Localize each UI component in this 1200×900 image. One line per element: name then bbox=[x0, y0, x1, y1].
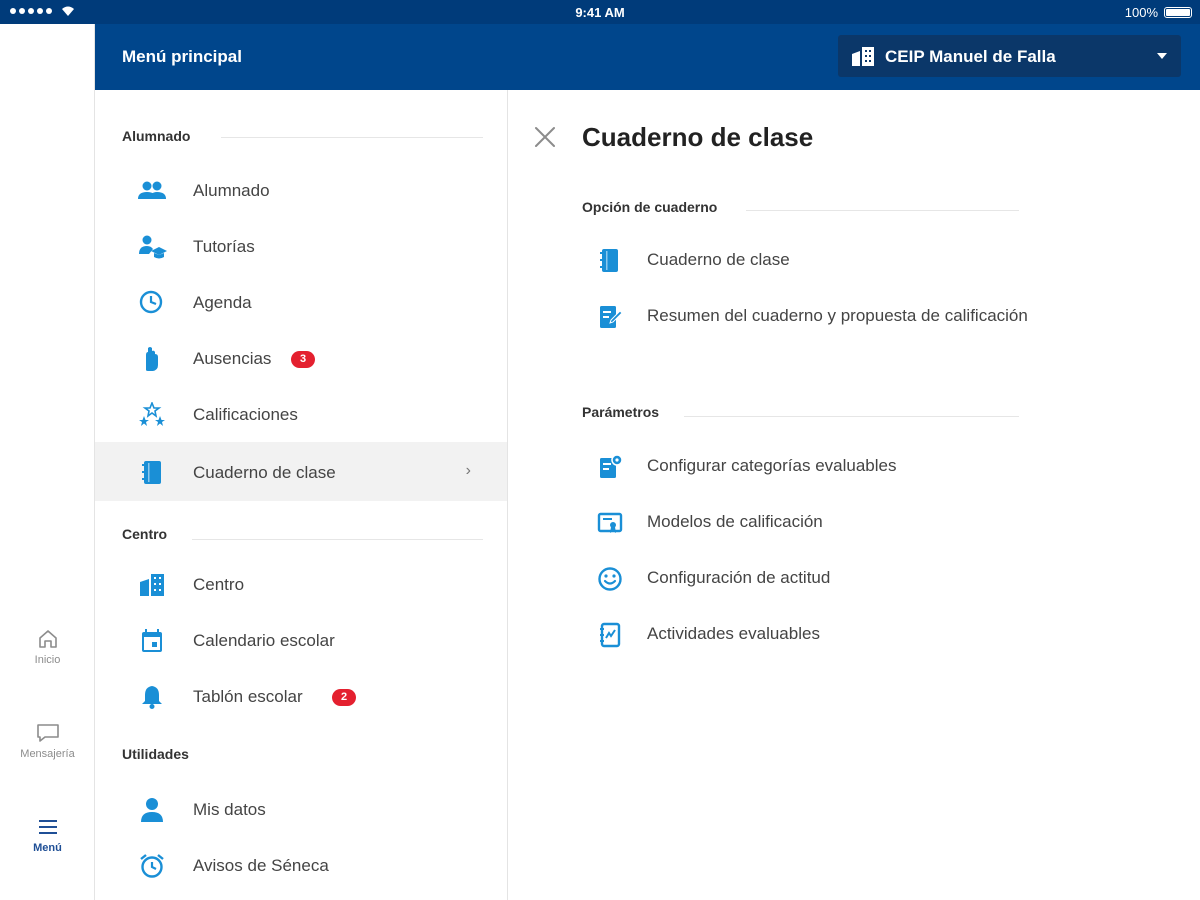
alarm-icon bbox=[140, 854, 164, 878]
section-title-parametros: Parámetros bbox=[582, 404, 660, 420]
menu-item-label: Avisos de Séneca bbox=[193, 856, 329, 875]
bell-icon bbox=[142, 686, 162, 709]
tablon-badge: 2 bbox=[332, 689, 356, 706]
option-cuaderno-de-clase[interactable]: Cuaderno de clase bbox=[588, 241, 1148, 281]
menu-item-tablon-escolar[interactable]: Tablón escolar 2 bbox=[95, 668, 507, 724]
menu-item-label: Mis datos bbox=[193, 800, 266, 819]
menu-item-label: Centro bbox=[193, 575, 245, 594]
rail-item-label: Inicio bbox=[34, 654, 61, 666]
option-resumen-del-cuaderno[interactable]: Resumen del cuaderno y propuesta de cali… bbox=[588, 297, 1148, 337]
menu-item-calendario-escolar[interactable]: Calendario escolar bbox=[95, 612, 507, 668]
person-icon bbox=[141, 798, 163, 822]
section-title-alumnado: Alumnado bbox=[122, 128, 191, 144]
battery-percent: 100% bbox=[1124, 5, 1158, 20]
building-icon bbox=[852, 47, 874, 66]
rail-item-mensajeria[interactable]: Mensajería bbox=[0, 722, 95, 760]
menu-item-label: Calendario escolar bbox=[193, 631, 335, 650]
chat-icon bbox=[36, 724, 59, 742]
smiley-icon bbox=[598, 567, 622, 591]
app-header: Menú principal CEIP Manuel de Falla bbox=[95, 24, 1200, 90]
menu-item-label: Calificaciones bbox=[193, 405, 298, 424]
page-title: Menú principal bbox=[122, 47, 242, 66]
option-label: Configurar categorías evaluables bbox=[647, 456, 897, 475]
menu-item-alumnado[interactable]: Alumnado bbox=[95, 162, 507, 218]
chevron-right-icon: › bbox=[465, 462, 471, 479]
rail-item-inicio[interactable]: Inicio bbox=[0, 628, 95, 666]
menu-item-label: Tablón escolar bbox=[193, 687, 303, 706]
menu-item-label: Cuaderno de clase bbox=[193, 463, 336, 482]
option-actividades-evaluables[interactable]: Actividades evaluables bbox=[588, 615, 1148, 655]
hand-icon bbox=[146, 347, 158, 371]
notebook-icon bbox=[600, 249, 618, 272]
menu-item-label: Agenda bbox=[193, 293, 252, 312]
option-configuracion-de-actitud[interactable]: Configuración de actitud bbox=[588, 559, 1148, 599]
caret-down-icon bbox=[1157, 53, 1167, 59]
notebook-icon bbox=[142, 461, 161, 484]
battery-icon bbox=[1164, 7, 1192, 18]
detail-panel: Cuaderno de clase Opción de cuaderno Cua… bbox=[508, 90, 1200, 900]
option-label: Modelos de calificación bbox=[647, 512, 823, 531]
close-icon[interactable] bbox=[534, 126, 556, 148]
option-label: Resumen del cuaderno y propuesta de cali… bbox=[647, 306, 1028, 325]
section-divider bbox=[684, 416, 1019, 417]
clock-icon bbox=[139, 290, 163, 314]
rail-item-menu[interactable]: Menú bbox=[0, 816, 95, 854]
section-title-centro: Centro bbox=[122, 526, 168, 542]
note-edit-icon bbox=[600, 306, 623, 328]
certificate-icon bbox=[597, 512, 623, 533]
tutor-icon bbox=[139, 235, 167, 259]
people-icon bbox=[138, 181, 166, 199]
home-icon bbox=[38, 630, 57, 648]
stars-icon bbox=[139, 402, 165, 426]
option-label: Cuaderno de clase bbox=[647, 250, 790, 269]
section-divider bbox=[192, 539, 483, 540]
rail-item-label: Mensajería bbox=[20, 748, 75, 760]
rail-item-label: Menú bbox=[33, 842, 62, 854]
activity-icon bbox=[600, 622, 621, 648]
school-select[interactable]: CEIP Manuel de Falla bbox=[838, 35, 1181, 77]
ausencias-badge: 3 bbox=[291, 351, 315, 368]
hamburger-icon bbox=[38, 820, 57, 834]
section-divider bbox=[746, 210, 1019, 211]
detail-title: Cuaderno de clase bbox=[582, 122, 814, 152]
category-settings-icon bbox=[600, 454, 623, 478]
section-title-opcion-cuaderno: Opción de cuaderno bbox=[582, 199, 718, 215]
menu-item-label: Alumnado bbox=[193, 181, 270, 200]
menu-item-tutorias[interactable]: Tutorías bbox=[95, 218, 507, 274]
status-bar: 9:41 AM 100% bbox=[0, 0, 1200, 24]
menu-item-calificaciones[interactable]: Calificaciones bbox=[95, 386, 507, 442]
building-icon bbox=[140, 574, 164, 596]
option-modelos-de-calificacion[interactable]: Modelos de calificación bbox=[588, 503, 1148, 543]
main-menu: Alumnado Alumnado Tutorías Agenda Ausenc… bbox=[95, 90, 508, 900]
option-configurar-categorias[interactable]: Configurar categorías evaluables bbox=[588, 447, 1148, 487]
section-title-utilidades: Utilidades bbox=[122, 746, 189, 762]
menu-item-label: Tutorías bbox=[193, 237, 255, 256]
menu-item-centro[interactable]: Centro bbox=[95, 556, 507, 612]
status-time: 9:41 AM bbox=[575, 5, 625, 20]
menu-item-ausencias[interactable]: Ausencias 3 bbox=[95, 330, 507, 386]
section-divider bbox=[221, 137, 483, 138]
school-select-value: CEIP Manuel de Falla bbox=[885, 47, 1056, 66]
menu-item-label: Ausencias bbox=[193, 349, 272, 368]
menu-item-cuaderno-de-clase[interactable]: Cuaderno de clase › bbox=[95, 442, 507, 501]
menu-item-agenda[interactable]: Agenda bbox=[95, 274, 507, 330]
option-label: Configuración de actitud bbox=[647, 568, 831, 587]
menu-item-mis-datos[interactable]: Mis datos bbox=[95, 781, 507, 837]
menu-item-avisos-de-seneca[interactable]: Avisos de Séneca bbox=[95, 837, 507, 893]
calendar-icon bbox=[142, 629, 162, 652]
option-label: Actividades evaluables bbox=[647, 624, 820, 643]
nav-rail: Inicio Mensajería Menú bbox=[0, 24, 95, 900]
